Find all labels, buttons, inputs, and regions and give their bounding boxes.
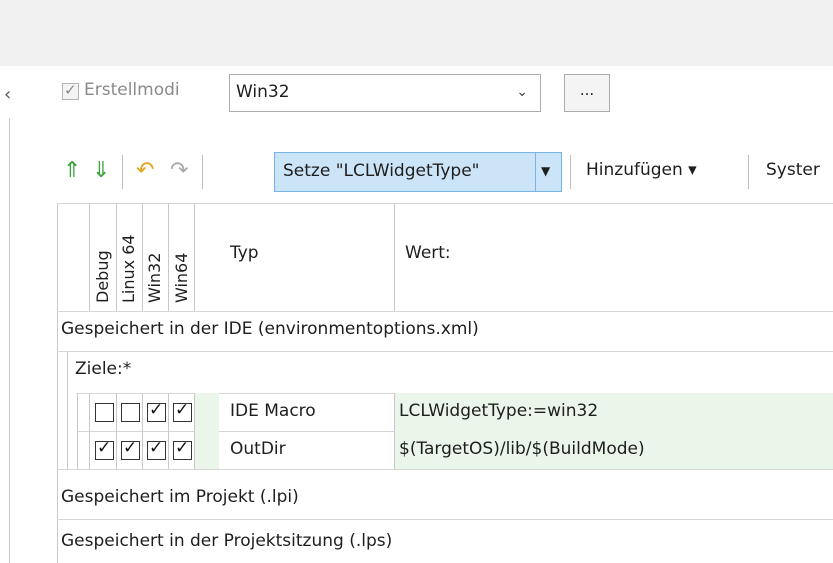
row-divider: [57, 469, 833, 470]
row-divider: [57, 519, 833, 520]
build-mode-select[interactable]: Win32 ⌄: [229, 74, 541, 112]
group-project-label: Gespeichert im Projekt (.lpi): [61, 487, 299, 507]
checkbox-win32[interactable]: [147, 400, 166, 422]
col-divider: [77, 431, 78, 469]
col-divider: [77, 393, 78, 431]
group-targets-label: Ziele:*: [75, 359, 132, 379]
col-divider: [394, 431, 395, 469]
toolbar-separator: [748, 155, 749, 189]
build-mode-value: Win32: [236, 82, 290, 102]
more-build-modes-button[interactable]: ...: [564, 74, 610, 112]
checkbox-win64[interactable]: [173, 400, 192, 422]
build-modes-label: Erstellmodi: [84, 80, 180, 100]
window-top-bar: [0, 0, 833, 66]
col-header-win32[interactable]: Win32: [142, 203, 168, 311]
cell-wert[interactable]: LCLWidgetType:=win32: [399, 401, 598, 421]
checkbox-win32[interactable]: [147, 438, 166, 460]
chevron-down-icon: ⌄: [516, 84, 528, 100]
macro-values-grid: Debug Linux 64 Win32 Win64 Typ Wert: Ges…: [57, 203, 833, 563]
set-lclwidgettype-label: Setze "LCLWidgetType": [283, 161, 480, 181]
move-down-icon[interactable]: ⇓: [92, 160, 110, 182]
col-divider: [194, 431, 195, 469]
col-divider: [116, 393, 117, 431]
toolbar-separator: [122, 155, 123, 189]
col-header-debug[interactable]: Debug: [90, 203, 116, 311]
system-menu-button[interactable]: Syster: [766, 160, 820, 180]
checkbox-win64[interactable]: [173, 438, 192, 460]
col-divider: [394, 393, 395, 431]
toolbar-separator: [570, 155, 571, 189]
dropdown-arrow-icon[interactable]: ▼: [541, 164, 550, 178]
splitter-grip-icon[interactable]: ‹: [4, 84, 11, 105]
col-divider: [89, 431, 90, 469]
col-divider: [142, 203, 143, 311]
group-project[interactable]: Gespeichert im Projekt (.lpi): [57, 479, 833, 517]
col-divider: [168, 393, 169, 431]
col-divider: [168, 203, 169, 311]
split-divider: [535, 153, 536, 191]
move-up-icon[interactable]: ⇑: [63, 160, 81, 182]
col-header-wert[interactable]: Wert:: [405, 243, 451, 263]
col-divider: [168, 431, 169, 469]
group-session[interactable]: Gespeichert in der Projektsitzung (.lps): [57, 523, 833, 561]
group-session-label: Gespeichert in der Projektsitzung (.lps): [61, 531, 393, 551]
cell-typ: OutDir: [230, 439, 286, 459]
undo-icon[interactable]: ↶: [136, 160, 154, 182]
row-highlight: [195, 431, 219, 469]
cell-wert[interactable]: $(TargetOS)/lib/$(BuildMode): [399, 439, 645, 459]
col-header-typ[interactable]: Typ: [230, 243, 259, 263]
checkbox-debug[interactable]: [95, 438, 114, 460]
col-divider: [142, 431, 143, 469]
table-row[interactable]: OutDir $(TargetOS)/lib/$(BuildMode): [57, 431, 833, 469]
col-divider: [194, 203, 195, 311]
checkbox-linux64[interactable]: [121, 403, 140, 422]
left-panel-border: [9, 118, 10, 563]
col-divider: [142, 393, 143, 431]
col-divider: [89, 203, 90, 311]
group-ide[interactable]: Gespeichert in der IDE (environmentoptio…: [57, 311, 833, 351]
row-highlight: [195, 393, 219, 431]
group-targets[interactable]: Ziele:*: [67, 351, 833, 393]
col-header-win64[interactable]: Win64: [168, 203, 195, 311]
toolbar-separator: [202, 155, 203, 189]
checkbox-debug[interactable]: [95, 403, 114, 422]
col-divider: [89, 393, 90, 431]
col-divider: [194, 393, 195, 431]
redo-icon[interactable]: ↷: [170, 160, 188, 182]
checkbox-linux64[interactable]: [121, 438, 140, 460]
add-menu-button[interactable]: Hinzufügen ▾: [586, 160, 697, 180]
build-modes-checkbox[interactable]: [62, 81, 79, 100]
col-divider: [394, 203, 395, 311]
table-row[interactable]: IDE Macro LCLWidgetType:=win32: [57, 393, 833, 431]
set-lclwidgettype-button[interactable]: Setze "LCLWidgetType" ▼: [274, 152, 562, 192]
col-divider: [116, 203, 117, 311]
col-header-linux64[interactable]: Linux 64: [116, 203, 142, 311]
col-divider: [116, 431, 117, 469]
group-ide-label: Gespeichert in der IDE (environmentoptio…: [61, 319, 479, 339]
cell-typ: IDE Macro: [230, 401, 316, 421]
